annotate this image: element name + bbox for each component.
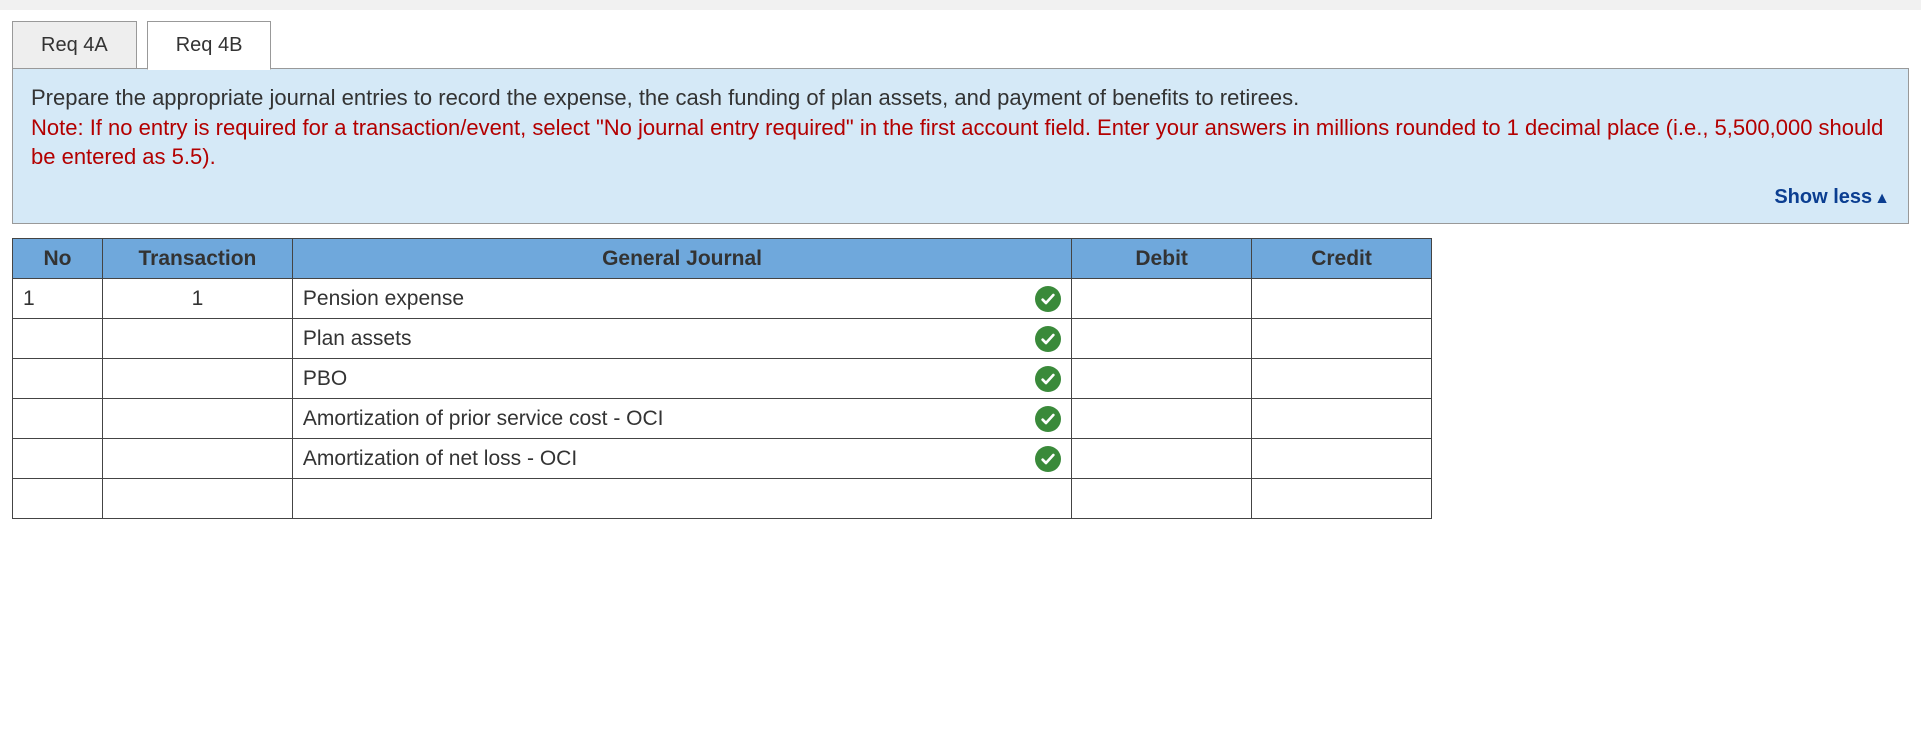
table-row: Amortization of net loss - OCI: [13, 439, 1432, 479]
table-row: [13, 479, 1432, 519]
cell-debit[interactable]: [1072, 439, 1252, 479]
cell-credit[interactable]: [1252, 319, 1432, 359]
table-row: 11 Pension expense: [13, 279, 1432, 319]
cell-general-journal[interactable]: PBO: [292, 359, 1071, 399]
account-text: Pension expense: [303, 287, 1027, 311]
table-row: Plan assets: [13, 319, 1432, 359]
header-general-journal: General Journal: [292, 239, 1071, 279]
page-content: Req 4A Req 4B Prepare the appropriate jo…: [0, 10, 1921, 529]
cell-credit[interactable]: [1252, 359, 1432, 399]
cell-transaction[interactable]: [102, 479, 292, 519]
cell-no[interactable]: [13, 479, 103, 519]
tab-req-4a[interactable]: Req 4A: [12, 21, 137, 70]
cell-transaction[interactable]: [102, 399, 292, 439]
cell-credit[interactable]: [1252, 479, 1432, 519]
header-debit: Debit: [1072, 239, 1252, 279]
cell-debit[interactable]: [1072, 479, 1252, 519]
cell-credit[interactable]: [1252, 399, 1432, 439]
cell-debit[interactable]: [1072, 319, 1252, 359]
table-row: PBO: [13, 359, 1432, 399]
cell-general-journal[interactable]: Plan assets: [292, 319, 1071, 359]
header-no: No: [13, 239, 103, 279]
show-less-toggle[interactable]: Show less▲: [31, 186, 1890, 209]
cell-transaction[interactable]: [102, 359, 292, 399]
cell-general-journal[interactable]: [292, 479, 1071, 519]
cell-no[interactable]: [13, 439, 103, 479]
cell-debit[interactable]: [1072, 399, 1252, 439]
cell-general-journal[interactable]: Pension expense: [292, 279, 1071, 319]
cell-transaction[interactable]: 1: [102, 279, 292, 319]
check-icon: [1035, 286, 1061, 312]
cell-debit[interactable]: [1072, 279, 1252, 319]
instructions-note: Note: If no entry is required for a tran…: [31, 113, 1890, 172]
table-row: Amortization of prior service cost - OCI: [13, 399, 1432, 439]
tab-req-4b[interactable]: Req 4B: [147, 21, 272, 70]
cell-debit[interactable]: [1072, 359, 1252, 399]
tab-strip: Req 4A Req 4B: [12, 20, 1909, 69]
table-header-row: No Transaction General Journal Debit Cre…: [13, 239, 1432, 279]
account-text: Amortization of prior service cost - OCI: [303, 407, 1027, 431]
cell-credit[interactable]: [1252, 279, 1432, 319]
cell-general-journal[interactable]: Amortization of net loss - OCI: [292, 439, 1071, 479]
account-text: Plan assets: [303, 327, 1027, 351]
cell-general-journal[interactable]: Amortization of prior service cost - OCI: [292, 399, 1071, 439]
cell-no[interactable]: [13, 319, 103, 359]
top-gray-bar: [0, 0, 1921, 10]
header-transaction: Transaction: [102, 239, 292, 279]
check-icon: [1035, 406, 1061, 432]
cell-transaction[interactable]: [102, 439, 292, 479]
cell-transaction[interactable]: [102, 319, 292, 359]
account-text: PBO: [303, 367, 1027, 391]
cell-no[interactable]: 1: [13, 279, 103, 319]
account-text: Amortization of net loss - OCI: [303, 447, 1027, 471]
check-icon: [1035, 366, 1061, 392]
check-icon: [1035, 446, 1061, 472]
cell-no[interactable]: [13, 399, 103, 439]
show-less-label: Show less: [1774, 186, 1872, 208]
instructions-main: Prepare the appropriate journal entries …: [31, 83, 1890, 113]
journal-table: No Transaction General Journal Debit Cre…: [12, 238, 1432, 519]
caret-up-icon: ▲: [1874, 190, 1890, 207]
check-icon: [1035, 326, 1061, 352]
instructions-panel: Prepare the appropriate journal entries …: [12, 68, 1909, 224]
cell-no[interactable]: [13, 359, 103, 399]
header-credit: Credit: [1252, 239, 1432, 279]
cell-credit[interactable]: [1252, 439, 1432, 479]
